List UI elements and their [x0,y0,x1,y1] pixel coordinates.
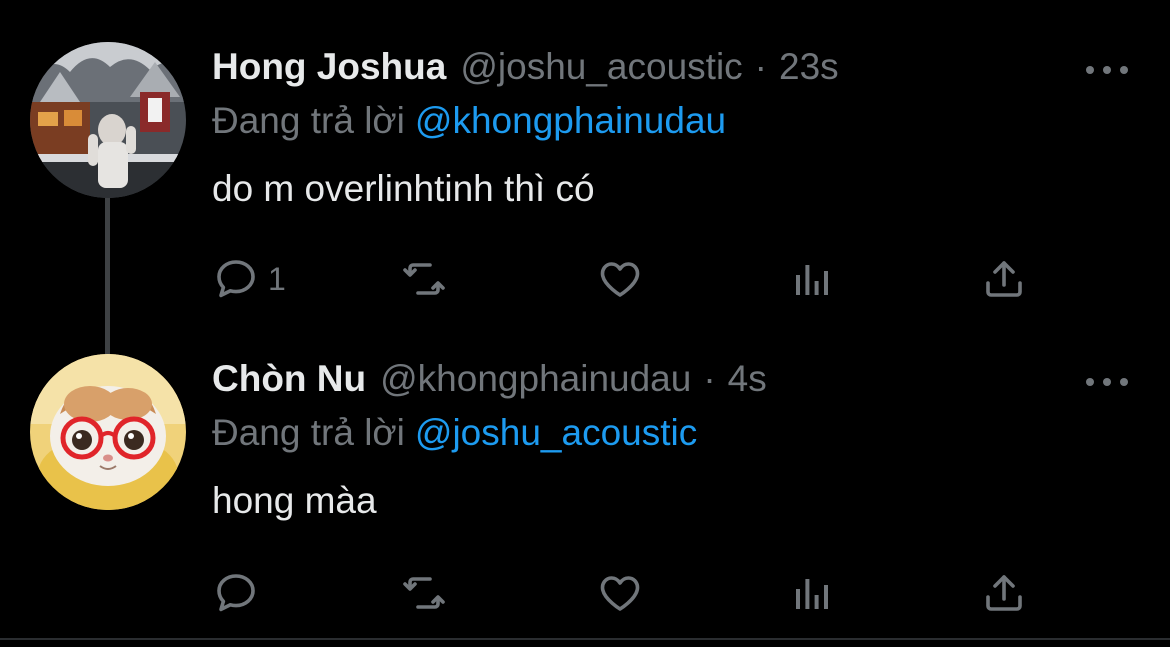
ellipsis-icon-dot [1120,66,1128,74]
tweet-text: hong màa [212,480,377,521]
reply-button[interactable] [212,568,268,618]
action-bar: 1 [212,254,1042,304]
like-button[interactable] [596,254,644,304]
views-button[interactable] [788,568,836,618]
speech-bubble-icon [217,574,255,612]
author-handle[interactable]: @joshu_acoustic [460,46,742,88]
author-name[interactable]: Chòn Nu [212,358,366,400]
share-button[interactable] [980,568,1028,618]
share-icon [986,261,1022,297]
share-icon [986,575,1022,611]
separator-dot: · [754,46,767,87]
author-handle[interactable]: @khongphainudau [380,358,691,400]
action-bar [212,568,1042,618]
avatar[interactable] [30,42,186,198]
views-button[interactable] [788,254,836,304]
reply-button[interactable]: 1 [212,254,286,304]
ellipsis-icon-dot [1086,378,1094,386]
ellipsis-icon-dot [1086,66,1094,74]
speech-bubble-icon [217,260,255,298]
more-options-button[interactable] [1086,60,1128,80]
more-options-button[interactable] [1086,372,1128,392]
retweet-button[interactable] [400,568,448,618]
replying-to-handle[interactable]: @khongphainudau [415,100,726,141]
tweet[interactable]: Hong Joshua @joshu_acoustic · 23s Đang t… [0,0,1170,354]
ellipsis-icon-dot [1120,378,1128,386]
bar-chart-icon [796,265,828,295]
replying-to: Đang trả lời @joshu_acoustic [212,412,697,454]
tweet-header: Hong Joshua @joshu_acoustic · 23s [212,46,839,98]
divider [0,638,1170,640]
tweet-text: do m overlinhtinh thì có [212,168,595,209]
ellipsis-icon-dot [1103,378,1111,386]
separator-dot: · [703,358,716,399]
share-button[interactable] [980,254,1028,304]
timestamp[interactable]: 23s [779,46,839,88]
avatar-photo-cat [30,354,186,510]
replying-to-handle[interactable]: @joshu_acoustic [415,412,697,453]
replying-to-label: Đang trả lời [212,412,405,453]
like-button[interactable] [596,568,644,618]
retweet-icon [403,263,445,295]
heart-icon [600,576,640,611]
retweet-button[interactable] [400,254,448,304]
tweet-header: Chòn Nu @khongphainudau · 4s [212,358,767,410]
ellipsis-icon-dot [1103,66,1111,74]
bar-chart-icon [796,579,828,609]
retweet-icon [403,577,445,609]
replying-to-label: Đang trả lời [212,100,405,141]
heart-icon [600,262,640,297]
timestamp[interactable]: 4s [728,358,767,400]
tweet[interactable]: Chòn Nu @khongphainudau · 4s Đang trả lờ… [0,330,1170,640]
reply-count: 1 [268,260,286,297]
avatar[interactable] [30,354,186,510]
author-name[interactable]: Hong Joshua [212,46,446,88]
replying-to: Đang trả lời @khongphainudau [212,100,726,142]
avatar-photo-person [30,42,186,198]
